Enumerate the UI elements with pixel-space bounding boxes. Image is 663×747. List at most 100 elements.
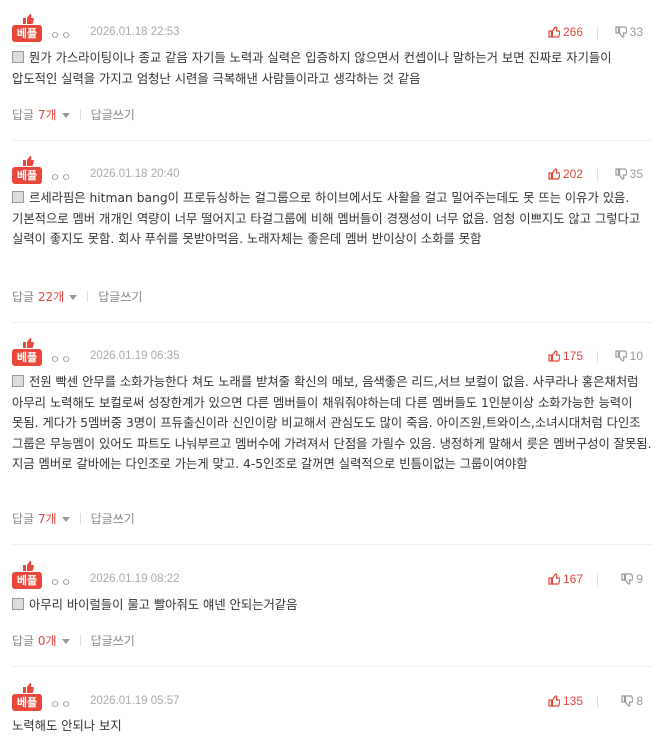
comment-body: 르세라핌은 hitman bang이 프로듀싱하는 걸그룹으로 하이브에서도 사… — [12, 188, 652, 250]
caret-down-icon — [61, 113, 70, 118]
comment-body: 뭔가 가스라이팅이나 종교 같음 자기들 노력과 실력은 입증하지 않으면서 컨… — [12, 48, 652, 89]
best-label: 베플 — [12, 572, 42, 589]
best-badge: 베플 — [12, 14, 42, 45]
vote-divider — [597, 27, 598, 39]
write-reply-link[interactable]: 답글쓰기 — [91, 512, 135, 526]
reply-count: 22개 — [37, 290, 65, 304]
caret-down-icon — [69, 295, 78, 300]
upvote-button[interactable]: 167 — [548, 572, 583, 586]
thumbs-down-icon — [615, 168, 628, 180]
comment-divider — [12, 544, 652, 545]
reply-count: 7개 — [37, 512, 57, 526]
author-name[interactable]: ㅇㅇ — [50, 696, 72, 712]
downvote-button[interactable]: 35 — [615, 167, 643, 181]
vote-divider — [597, 696, 598, 708]
best-badge: 베플 — [12, 683, 42, 714]
thumbs-up-icon — [548, 350, 561, 362]
upvote-count: 167 — [562, 572, 583, 586]
thumbs-up-icon — [23, 683, 34, 693]
upvote-count: 202 — [562, 167, 583, 181]
reply-label: 답글 — [12, 290, 35, 304]
comment-header: 베플 ㅇㅇ 2026.01.19 06:35 175 10 — [12, 338, 657, 369]
comment-header: 베플 ㅇㅇ 2026.01.18 20:40 202 35 — [12, 156, 657, 187]
thumbs-up-icon — [548, 168, 561, 180]
comment-text: 전원 빡센 안무를 소화가능한다 쳐도 노래를 받쳐줄 확신의 메보, 음색좋은… — [12, 375, 652, 471]
footer-divider — [79, 635, 81, 646]
footer-divider — [79, 513, 81, 524]
comment-text: 르세라핌은 hitman bang이 프로듀싱하는 걸그룹으로 하이브에서도 사… — [12, 191, 641, 246]
comment-date: 2026.01.19 05:57 — [90, 695, 180, 707]
downvote-count: 8 — [636, 694, 643, 708]
caret-down-icon — [61, 517, 70, 522]
reply-toggle[interactable]: 답글 0개 — [12, 634, 70, 648]
image-placeholder-icon — [12, 51, 24, 63]
reply-toggle[interactable]: 답글 22개 — [12, 290, 78, 304]
image-placeholder-icon — [12, 191, 24, 203]
caret-down-icon — [61, 639, 70, 644]
thumbs-down-icon — [615, 26, 628, 38]
best-label: 베플 — [12, 349, 42, 366]
write-reply-link[interactable]: 답글쓰기 — [98, 290, 142, 304]
downvote-button[interactable]: 10 — [615, 349, 643, 363]
reply-toggle[interactable]: 답글 7개 — [12, 108, 70, 122]
author-name[interactable]: ㅇㅇ — [50, 351, 72, 367]
downvote-count: 10 — [629, 349, 643, 363]
author-name[interactable]: ㅇㅇ — [50, 27, 72, 43]
comment-footer: 답글 7개 답글쓰기 — [12, 510, 135, 527]
vote-divider — [597, 169, 598, 181]
reply-label: 답글 — [12, 512, 35, 526]
upvote-count: 266 — [562, 25, 583, 39]
thumbs-up-icon — [548, 26, 561, 38]
comment-date: 2026.01.19 06:35 — [90, 350, 180, 362]
author-name[interactable]: ㅇㅇ — [50, 169, 72, 185]
upvote-button[interactable]: 202 — [548, 167, 583, 181]
best-label: 베플 — [12, 167, 42, 184]
thumbs-down-icon — [621, 695, 634, 707]
comment-body: 노력해도 안되나 보지 — [12, 716, 652, 737]
comment-body: 전원 빡센 안무를 소화가능한다 쳐도 노래를 받쳐줄 확신의 메보, 음색좋은… — [12, 372, 652, 475]
comment-footer: 답글 7개 답글쓰기 — [12, 106, 135, 123]
image-placeholder-icon — [12, 375, 24, 387]
downvote-count: 33 — [629, 25, 643, 39]
upvote-button[interactable]: 135 — [548, 694, 583, 708]
thumbs-down-icon — [621, 573, 634, 585]
best-badge: 베플 — [12, 156, 42, 187]
thumbs-down-icon — [615, 350, 628, 362]
reply-count: 7개 — [37, 108, 57, 122]
comment-divider — [12, 322, 652, 323]
comment-footer: 답글 22개 답글쓰기 — [12, 288, 142, 305]
best-badge: 베플 — [12, 561, 42, 592]
comment-divider — [12, 140, 652, 141]
comment-text: 노력해도 안되나 보지 — [12, 719, 122, 733]
thumbs-up-icon — [23, 561, 34, 571]
downvote-button[interactable]: 9 — [621, 572, 643, 586]
best-badge: 베플 — [12, 338, 42, 369]
reply-label: 답글 — [12, 108, 35, 122]
write-reply-link[interactable]: 답글쓰기 — [91, 108, 135, 122]
comment-date: 2026.01.18 22:53 — [90, 26, 180, 38]
reply-toggle[interactable]: 답글 7개 — [12, 512, 70, 526]
author-name[interactable]: ㅇㅇ — [50, 574, 72, 590]
thumbs-up-icon — [23, 156, 34, 166]
downvote-button[interactable]: 33 — [615, 25, 643, 39]
comment-date: 2026.01.19 08:22 — [90, 573, 180, 585]
downvote-count: 35 — [629, 167, 643, 181]
comment-header: 베플 ㅇㅇ 2026.01.19 08:22 167 9 — [12, 561, 657, 592]
footer-divider — [79, 109, 81, 120]
write-reply-link[interactable]: 답글쓰기 — [91, 634, 135, 648]
downvote-button[interactable]: 8 — [621, 694, 643, 708]
upvote-button[interactable]: 266 — [548, 25, 583, 39]
downvote-count: 9 — [636, 572, 643, 586]
upvote-button[interactable]: 175 — [548, 349, 583, 363]
vote-divider — [597, 574, 598, 586]
image-placeholder-icon — [12, 598, 24, 610]
thumbs-up-icon — [23, 14, 34, 24]
comment-date: 2026.01.18 20:40 — [90, 168, 180, 180]
footer-divider — [87, 291, 89, 302]
reply-count: 0개 — [37, 634, 57, 648]
vote-divider — [597, 351, 598, 363]
best-label: 베플 — [12, 25, 42, 42]
upvote-count: 175 — [562, 349, 583, 363]
upvote-count: 135 — [562, 694, 583, 708]
thumbs-up-icon — [23, 338, 34, 348]
